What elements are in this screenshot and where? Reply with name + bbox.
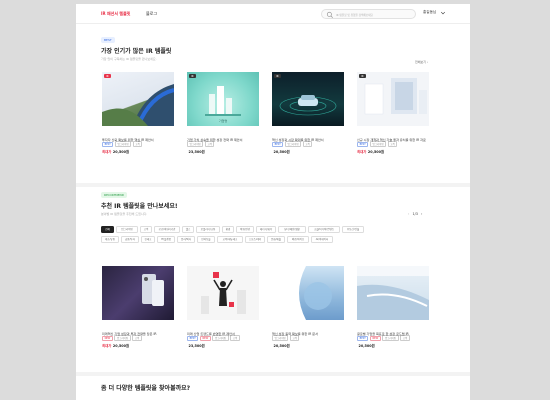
card-price: 최대가 20,500원 xyxy=(357,150,385,154)
card-price: 20,500원 xyxy=(273,150,290,154)
recommend-card[interactable]: NEW 업그리이핑 고객 미래혁신 기업 성장과 투자 전략을 담은 IR 최대가 2… xyxy=(102,266,174,348)
chip[interactable]: 에너지/화학 xyxy=(256,226,276,233)
card-ir-tag: IR xyxy=(189,74,196,78)
chip[interactable]: 의료/바이오 xyxy=(287,236,309,243)
chip[interactable]: 스포츠/레저 xyxy=(245,236,265,243)
card-thumbnail xyxy=(187,266,259,320)
card-price: 20,500원 xyxy=(273,344,290,348)
card-thumbnail xyxy=(357,266,429,320)
card-thumbnail: IR xyxy=(102,72,174,126)
chip[interactable]: 문화/예술 xyxy=(267,236,285,243)
best-section-subtitle: 가장 많이 구독하는 IR 템플릿을 만나보세요. xyxy=(101,57,157,61)
pager-prev-icon[interactable]: ‹ xyxy=(408,212,409,216)
chip[interactable]: 환경 xyxy=(222,226,234,233)
recommend-card[interactable]: BEST NEW 업그리이핑 고객 미래 산업 트렌드를 반영한 IR 제안서 23,… xyxy=(187,266,259,348)
chip[interactable]: 전체 xyxy=(101,226,114,233)
card-thumbnail: 기업명 IR xyxy=(187,72,259,126)
card-thumbnail xyxy=(102,266,174,320)
recommend-card[interactable]: BEST NEW 업그리이핑 고객 글로벌 기업을 목표로 한 성장 로드맵 IR 2… xyxy=(357,266,429,348)
search-input[interactable]: IR 템플릿 및 유형을 검색해보세요 xyxy=(321,9,416,19)
best-card[interactable]: 기업명 IR 업그리이핑 고객 기업 가치 상승을 위한 성장 전략 IR 제안서… xyxy=(187,72,259,154)
best-section-title: 가장 인기가 많은 IR 템플릿 xyxy=(101,48,172,55)
card-price: 최대가 20,500원 xyxy=(102,344,130,348)
chip[interactable]: 금융/투자 xyxy=(121,236,139,243)
chip[interactable]: 교육/에듀테크 xyxy=(217,236,243,243)
chip[interactable]: 음식/외식 xyxy=(177,236,195,243)
card-tags: BEST NEW 업그리이핑 고객 xyxy=(357,324,429,342)
chip[interactable]: 고객 xyxy=(140,226,152,233)
card-tags: 업그리이핑 고객 xyxy=(272,324,344,342)
chip[interactable]: 제조/유통 xyxy=(101,236,119,243)
chip[interactable]: 모빌리티/교통 xyxy=(196,226,220,233)
recommend-pager: ‹ 1/3 › xyxy=(408,212,422,216)
recommend-section-title: 추천 IR 템플릿을 만나보세요! xyxy=(101,203,178,210)
card-tags: BEST 업그리이핑 고객 xyxy=(357,130,429,148)
chip[interactable]: 업그리이핑 xyxy=(116,226,138,233)
user-menu[interactable]: 홍길동님 xyxy=(423,10,436,15)
search-placeholder: IR 템플릿 및 유형을 검색해보세요 xyxy=(336,14,373,17)
svg-text:기업명: 기업명 xyxy=(219,118,228,123)
recommend-section-subtitle: 분야별 IR 템플릿을 추천해 드립니다. xyxy=(101,212,148,216)
more-section-title: 좀 더 다양한 템플릿을 찾아볼까요? xyxy=(101,385,191,392)
site-logo[interactable]: IR 패션서 템플릿 xyxy=(101,11,130,17)
card-ir-tag: IR xyxy=(359,74,366,78)
recommend-badge: RECOMMEND xyxy=(101,192,128,198)
chip[interactable]: 뷰티/패션/생활 xyxy=(278,226,306,233)
best-card[interactable]: IR BEST 업그리이핑 고객 투자자 신뢰 확보를 위한 핵심 IR 제안서 최… xyxy=(102,72,174,154)
best-more-label: 전체보기 xyxy=(415,60,427,64)
chip[interactable]: 반려동물 xyxy=(197,236,215,243)
card-price: 23,500원 xyxy=(188,150,205,154)
pager-next-icon[interactable]: › xyxy=(421,212,422,216)
chevron-down-icon[interactable] xyxy=(440,10,446,16)
chip[interactable]: IT/플랫폼 xyxy=(157,236,175,243)
chip[interactable]: AI/빅데이터 xyxy=(311,236,333,243)
card-tags: BEST NEW 업그리이핑 고객 xyxy=(187,324,259,342)
card-thumbnail: IR xyxy=(272,72,344,126)
best-card[interactable]: IR BEST 업그리이핑 고객 혁신 성장과 시장 확대를 위한 IR 제안서 2… xyxy=(272,72,344,154)
card-ir-tag: IR xyxy=(104,74,111,78)
chip[interactable]: 핀테크 xyxy=(141,236,155,243)
section-divider xyxy=(76,372,470,376)
chip[interactable]: 여행/관광 xyxy=(236,226,254,233)
card-thumbnail xyxy=(272,266,344,320)
card-tags: BEST 업그리이핑 고객 xyxy=(272,130,344,148)
search-icon xyxy=(326,11,333,18)
pager-label: 1/3 xyxy=(412,212,418,216)
top-header: IR 패션서 템플릿 블로그 IR 템플릿 및 유형을 검색해보세요 홍길동님 xyxy=(76,4,470,24)
chip[interactable]: 부동산/건설 xyxy=(342,226,364,233)
best-more-link[interactable]: 전체보기 › xyxy=(415,60,428,64)
page: IR 패션서 템플릿 블로그 IR 템플릿 및 유형을 검색해보세요 홍길동님 … xyxy=(76,4,470,400)
chip[interactable]: 공공/비영리기관 xyxy=(154,226,180,233)
card-tags: NEW 업그리이핑 고객 xyxy=(102,324,174,342)
best-badge: BEST xyxy=(101,37,115,43)
recommend-card[interactable]: 업그리이핑 고객 혁신 성장 동력 확보를 위한 IR 문서 20,500원 xyxy=(272,266,344,348)
best-card[interactable]: IR BEST 업그리이핑 고객 신규 시장 개척과 혁신 기술 투자 유치를 위한… xyxy=(357,72,429,154)
card-ir-tag: IR xyxy=(274,74,281,78)
section-divider xyxy=(76,183,470,187)
nav-blog-link[interactable]: 블로그 xyxy=(146,11,157,17)
card-tags: 업그리이핑 고객 xyxy=(187,130,259,148)
chip[interactable]: 헬스 xyxy=(182,226,194,233)
card-thumbnail: IR xyxy=(357,72,429,126)
card-tags: BEST 업그리이핑 고객 xyxy=(102,130,174,148)
card-price: 20,500원 xyxy=(358,344,375,348)
chip[interactable]: 소셜/미디어/컨텐츠 xyxy=(308,226,340,233)
card-price: 최대가 20,500원 xyxy=(102,150,130,154)
card-price: 23,500원 xyxy=(188,344,205,348)
